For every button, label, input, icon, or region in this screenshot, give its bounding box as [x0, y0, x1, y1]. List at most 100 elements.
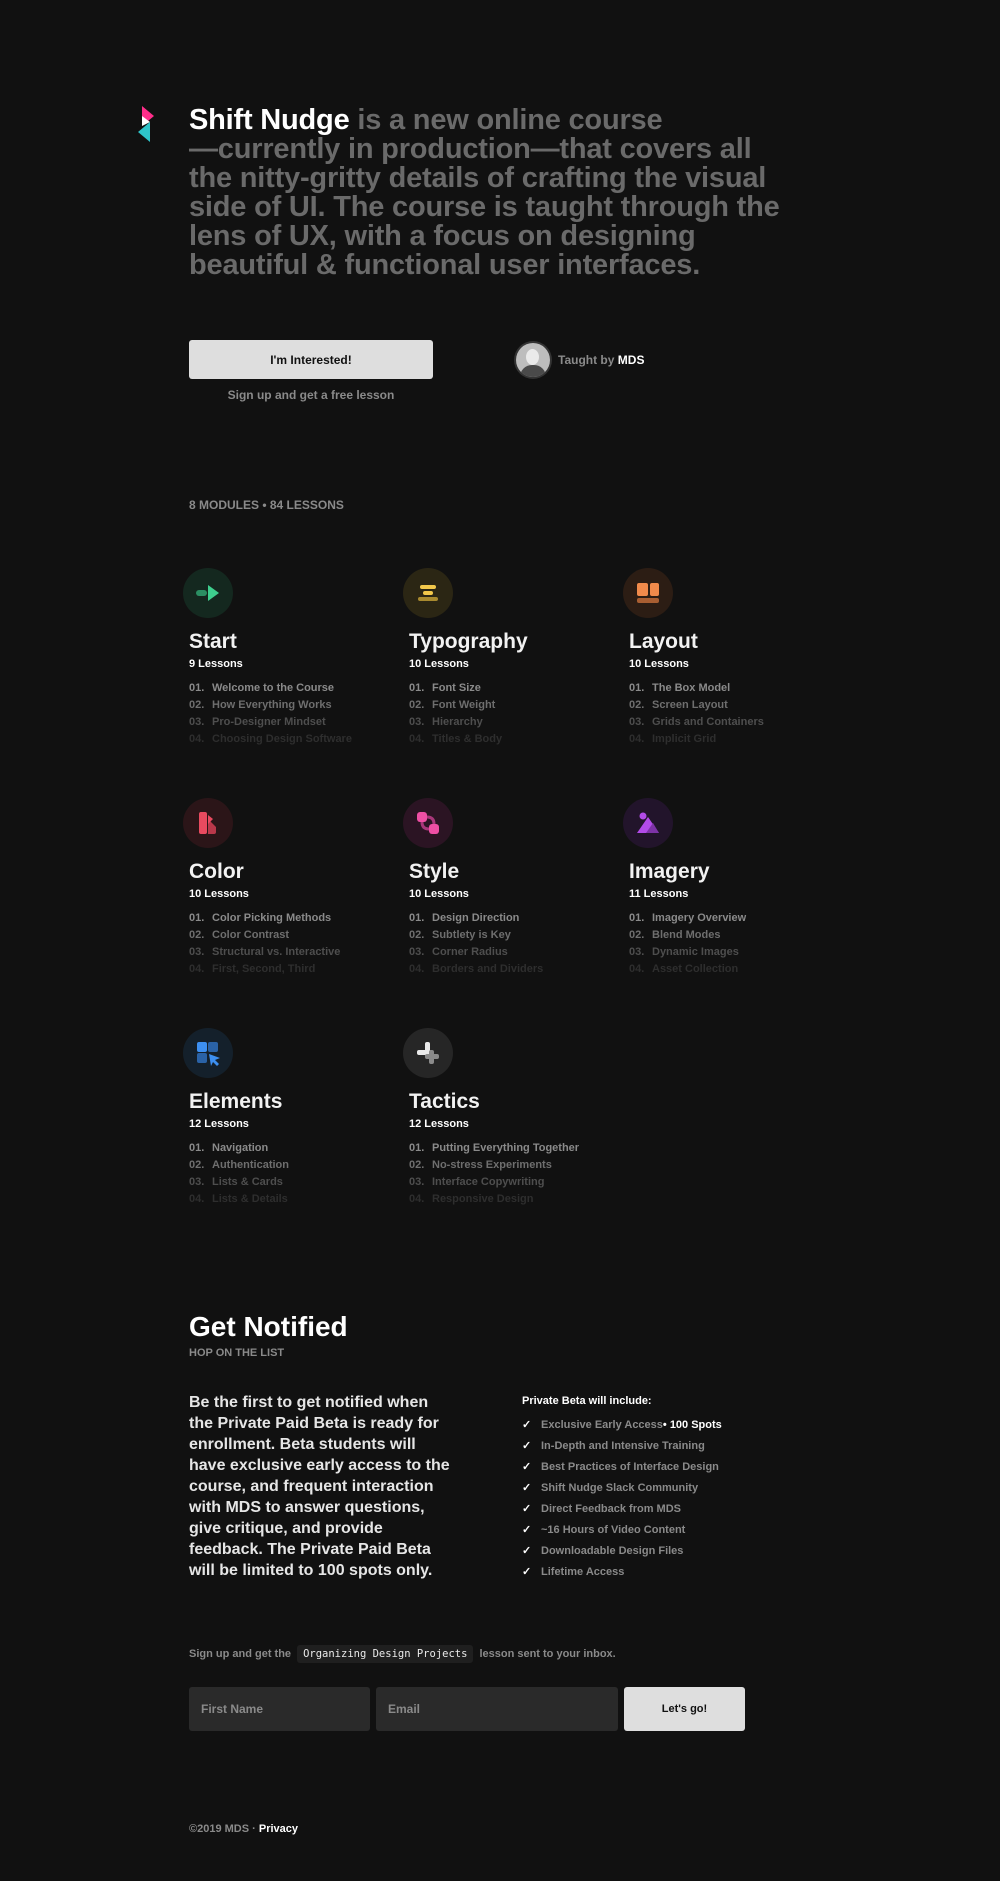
text-line: feedback. The Private Paid Beta [189, 1541, 431, 1558]
list-item[interactable]: 01. Putting Everything Together [409, 1140, 639, 1157]
text-line: with MDS to answer questions, [189, 1499, 425, 1516]
list-item[interactable]: 04. Responsive Design [409, 1191, 639, 1208]
list-item: ✓ ~16 Hours of Video Content [522, 1523, 686, 1537]
list-item[interactable]: 02. No-stress Experiments [409, 1157, 639, 1174]
module-lesson-count: 10 Lessons [629, 658, 689, 670]
signup-prefix: Sign up and get the [189, 1648, 292, 1660]
shift-nudge-logo [138, 106, 154, 142]
list-item[interactable]: 04. Lists & Details [189, 1191, 419, 1208]
list-item[interactable]: 03. Grids and Containers [629, 714, 859, 731]
intro-line: is a new online course [349, 104, 663, 136]
list-item[interactable]: 03. Lists & Cards [189, 1174, 419, 1191]
text-line: will be limited to 100 spots only. [189, 1562, 433, 1579]
elements-cursor-icon [183, 1028, 233, 1078]
brand-name: Shift Nudge [189, 104, 350, 136]
beta-feature-list: ✓ Exclusive Early Access • 100 Spots ✓ In-… [522, 1414, 822, 1582]
list-item[interactable]: 03. Structural vs. Interactive [189, 944, 419, 961]
module-title: Layout [629, 630, 698, 653]
spots-count: • 100 Spots [662, 1418, 722, 1431]
list-item[interactable]: 02. Subtlety is Key [409, 927, 639, 944]
list-item: ✓ Direct Feedback from MDS [522, 1502, 681, 1516]
list-item[interactable]: 03. Corner Radius [409, 944, 639, 961]
play-icon [183, 568, 233, 618]
check-icon: ✓ [522, 1503, 532, 1515]
list-item[interactable]: 02. How Everything Works [189, 697, 419, 714]
lesson-name-code: Organizing Design Projects [297, 1645, 474, 1663]
module-lesson-count: 10 Lessons [409, 888, 469, 900]
list-item[interactable]: 04. Choosing Design Software [189, 731, 419, 748]
intro-line: the nitty-gritty details of crafting the… [189, 162, 767, 194]
lesson-list: 01. Color Picking Methods 02. Color Contra… [189, 910, 419, 978]
check-icon: ✓ [522, 1545, 532, 1557]
list-item: ✓ Shift Nudge Slack Community [522, 1481, 699, 1495]
list-item[interactable]: 04. Implicit Grid [629, 731, 859, 748]
list-item[interactable]: 03. Dynamic Images [629, 944, 859, 961]
list-item[interactable]: 01. Design Direction [409, 910, 639, 927]
text-line: Be the first to get notified when [189, 1394, 429, 1411]
list-item: ✓ Lifetime Access [522, 1565, 625, 1579]
list-item[interactable]: 02. Blend Modes [629, 927, 859, 944]
check-icon: ✓ [522, 1419, 532, 1431]
beta-heading: Private Beta will include: [522, 1395, 652, 1407]
intro-line: side of UI. The course is taught through… [189, 191, 780, 223]
color-swatch-icon [183, 798, 233, 848]
section-subtitle: HOP ON THE LIST [189, 1347, 285, 1359]
layout-blocks-icon [623, 568, 673, 618]
list-item[interactable]: 03. Hierarchy [409, 714, 639, 731]
lesson-list: 01. Imagery Overview 02. Blend Modes 03. Dy… [629, 910, 859, 978]
intro-paragraph: Shift Nudge is a new online course —curr… [189, 106, 829, 280]
check-icon: ✓ [522, 1482, 532, 1494]
list-item[interactable]: 02. Color Contrast [189, 927, 419, 944]
list-item[interactable]: 02. Font Weight [409, 697, 639, 714]
module-lesson-count: 12 Lessons [189, 1118, 249, 1130]
text-line: give critique, and provide [189, 1520, 383, 1537]
list-item[interactable]: 03. Pro-Designer Mindset [189, 714, 419, 731]
list-item[interactable]: 01. Welcome to the Course [189, 680, 419, 697]
check-icon: ✓ [522, 1566, 532, 1578]
footer: ©2019 MDS · Privacy [189, 1823, 298, 1835]
signup-suffix: lesson sent to your inbox. [479, 1648, 616, 1660]
list-item[interactable]: 03. Interface Copywriting [409, 1174, 639, 1191]
lesson-list: 01. Navigation 02. Authentication 03. Lists… [189, 1140, 419, 1208]
list-item[interactable]: 04. Borders and Dividers [409, 961, 639, 978]
list-item[interactable]: 02. Screen Layout [629, 697, 859, 714]
module-title: Elements [189, 1090, 283, 1113]
list-item[interactable]: 04. First, Second, Third [189, 961, 419, 978]
module-title: Start [189, 630, 237, 653]
copyright: ©2019 MDS · [189, 1823, 259, 1835]
text-line: enrollment. Beta students will [189, 1436, 416, 1453]
list-item[interactable]: 01. Color Picking Methods [189, 910, 419, 927]
list-item[interactable]: 04. Asset Collection [629, 961, 859, 978]
module-lesson-count: 12 Lessons [409, 1118, 469, 1130]
lesson-list: 01. Design Direction 02. Subtlety is Key 0… [409, 910, 639, 978]
submit-button[interactable]: Let's go! [624, 1687, 745, 1731]
lesson-list: 01. Putting Everything Together 02. No-str… [409, 1140, 639, 1208]
email-field[interactable]: Email [376, 1687, 618, 1731]
list-item[interactable]: 02. Authentication [189, 1157, 419, 1174]
module-lesson-count: 10 Lessons [189, 888, 249, 900]
teacher-credit: Taught by MDS [516, 343, 644, 377]
list-item: ✓ Downloadable Design Files [522, 1544, 684, 1558]
list-item[interactable]: 01. The Box Model [629, 680, 859, 697]
teacher-name: MDS [617, 353, 645, 367]
list-item: ✓ In-Depth and Intensive Training [522, 1439, 705, 1453]
interested-button[interactable]: I'm Interested! [189, 340, 433, 379]
text-line: have exclusive early access to the [189, 1457, 450, 1474]
module-title: Imagery [629, 860, 710, 883]
list-item[interactable]: 04. Titles & Body [409, 731, 639, 748]
list-item[interactable]: 01. Navigation [189, 1140, 419, 1157]
module-lesson-count: 11 Lessons [629, 888, 689, 900]
list-item: ✓ Best Practices of Interface Design [522, 1460, 719, 1474]
list-item[interactable]: 01. Font Size [409, 680, 639, 697]
lesson-list: 01. The Box Model 02. Screen Layout 03. Gri… [629, 680, 859, 748]
modules-summary: 8 MODULES • 84 LESSONS [189, 498, 344, 512]
list-item[interactable]: 01. Imagery Overview [629, 910, 859, 927]
privacy-link[interactable]: Privacy [259, 1823, 298, 1835]
text-lines-icon [403, 568, 453, 618]
first-name-field[interactable]: First Name [189, 1687, 370, 1731]
beta-features: Private Beta will include: ✓ Exclusive Ea… [522, 1395, 822, 1582]
lesson-list: 01. Welcome to the Course 02. How Everythi… [189, 680, 419, 748]
tactics-plus-icon [403, 1028, 453, 1078]
module-lesson-count: 10 Lessons [409, 658, 469, 670]
intro-line: lens of UX, with a focus on designing [189, 220, 696, 252]
